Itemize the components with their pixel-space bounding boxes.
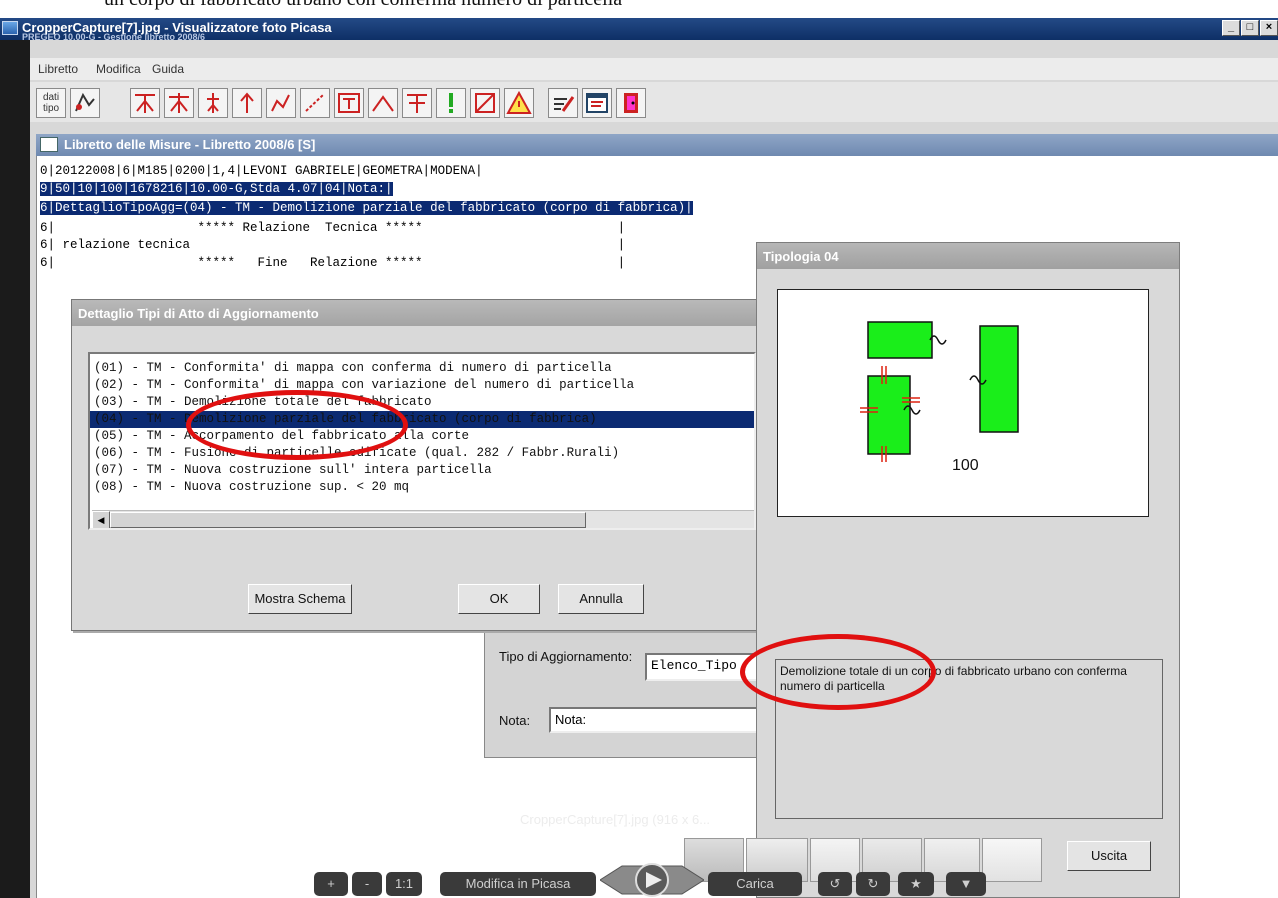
uscita-button[interactable]: Uscita [1067,841,1151,871]
libretto-icon [40,137,58,152]
nota-label: Nota: [499,713,531,728]
scrollbar-thumb[interactable] [110,512,586,528]
viewer-title-bar: CropperCapture[7].jpg - Visualizzatore f… [0,18,1278,42]
nota-field[interactable]: Nota: [549,707,765,733]
menu-guida[interactable]: Guida [152,62,184,76]
line-tool-icon[interactable] [300,88,330,118]
ok-button[interactable]: OK [458,584,540,614]
arrow-up-tool-icon[interactable] [232,88,262,118]
tipi-atto-listbox[interactable]: (01) - TM - Conformita' di mappa con con… [88,352,756,530]
list-item[interactable]: (01) - TM - Conformita' di mappa con con… [94,360,754,377]
tipo-aggiornamento-label: Tipo di Aggiornamento: [499,649,633,664]
building-c [867,375,911,455]
station-tool-icon[interactable] [130,88,160,118]
menu-modifica[interactable]: Modifica [96,62,141,76]
edit-text-icon[interactable] [548,88,578,118]
libretto-window-title-bar: Libretto delle Misure - Libretto 2008/6 … [36,134,1278,156]
tipologia-schema-diagram: 100 [777,289,1149,517]
libretto-line-5[interactable]: 6| ***** Fine Relazione ***** | [40,256,625,270]
play-slideshow-icon[interactable] [599,862,705,898]
star-icon[interactable]: ★ [898,872,934,896]
aggiornamento-panel: Tipo di Aggiornamento: Elenco_Tipo Nota:… [484,618,765,758]
actual-size-button[interactable]: 1:1 [386,872,422,896]
schema-number: 100 [952,457,979,474]
scroll-left-icon[interactable]: ◀ [92,511,110,528]
menubar: Libretto Modifica Guida [30,58,1278,80]
survey-tool-icon[interactable] [70,88,100,118]
viewer-left-border [0,40,30,898]
highlight-circle-description [740,634,936,710]
exit-door-icon[interactable] [616,88,646,118]
chevron-down-icon[interactable]: ▼ [946,872,986,896]
dati-tipo-button[interactable]: dati tipo [36,88,66,118]
zoom-in-button[interactable]: + [314,872,348,896]
building-tool-icon[interactable] [334,88,364,118]
rotate-left-icon[interactable]: ↺ [818,872,852,896]
toolbar: dati tipo [30,82,1278,122]
libretto-line-2[interactable]: 6|DettaglioTipoAgg=(04) - TM - Demolizio… [40,201,693,215]
carica-button[interactable]: Carica [708,872,802,896]
thumbnail[interactable] [982,838,1042,882]
list-item[interactable]: (08) - TM - Nuova costruzione sup. < 20 … [94,479,754,496]
annulla-button[interactable]: Annulla [558,584,644,614]
angle-tool-icon[interactable] [368,88,398,118]
parcel-tool-icon[interactable] [470,88,500,118]
station2-tool-icon[interactable] [164,88,194,118]
caption-text: un corpo di fabbricato urbano con confer… [104,0,622,11]
tipologia-title-bar: Tipologia 04 [757,243,1179,269]
triangle-warning-icon[interactable] [504,88,534,118]
highlight-circle-list [186,390,408,460]
list-item[interactable]: (03) - TM - Demolizione totale del fabbr… [94,394,754,411]
list-item[interactable]: (06) - TM - Fusione di particelle edific… [94,445,754,462]
horizontal-scrollbar[interactable]: ◀ [92,510,754,528]
dettaglio-dialog-title-bar: Dettaglio Tipi di Atto di Aggiornamento [72,300,758,326]
tipologia-title: Tipologia 04 [763,249,839,264]
building-b [979,325,1019,433]
close-icon[interactable]: × [1260,20,1278,36]
warning-exclaim-icon[interactable] [436,88,466,118]
rotate-right-icon[interactable]: ↻ [856,872,890,896]
libretto-line-4[interactable]: 6| relazione tecnica | [40,238,625,252]
tipologia-window: Tipologia 04 100 Demolizione totale di u… [756,242,1180,898]
libretto-line-1[interactable]: 9|50|10|100|1678216|10.00-G,Stda 4.07|04… [40,182,393,196]
building2-tool-icon[interactable] [402,88,432,118]
window-list-icon[interactable] [582,88,612,118]
maximize-icon[interactable]: □ [1241,20,1259,36]
modifica-in-picasa-button[interactable]: Modifica in Picasa [440,872,596,896]
polyline-tool-icon[interactable] [266,88,296,118]
minimize-icon[interactable]: _ [1222,20,1240,36]
libretto-line-0[interactable]: 0|20122008|6|M185|0200|1,4|LEVONI GABRIE… [40,164,483,178]
dettaglio-dialog: Dettaglio Tipi di Atto di Aggiornamento … [71,299,759,631]
list-item[interactable]: (02) - TM - Conformita' di mappa con var… [94,377,754,394]
libretto-window-title: Libretto delle Misure - Libretto 2008/6 … [64,137,316,152]
libretto-line-3[interactable]: 6| ***** Relazione Tecnica ***** | [40,221,625,235]
list-item[interactable]: (07) - TM - Nuova costruzione sull' inte… [94,462,754,479]
picasa-icon [2,21,18,35]
menu-libretto[interactable]: Libretto [38,62,78,76]
zoom-out-button[interactable]: - [352,872,382,896]
schema-drawing: 100 [860,321,1019,474]
picasa-watermark: CropperCapture[7].jpg (916 x 6... [520,812,711,827]
building-a [867,321,933,359]
dettaglio-dialog-title: Dettaglio Tipi di Atto di Aggiornamento [78,306,319,321]
point-tool-icon[interactable] [198,88,228,118]
mostra-schema-button[interactable]: Mostra Schema [248,584,352,614]
